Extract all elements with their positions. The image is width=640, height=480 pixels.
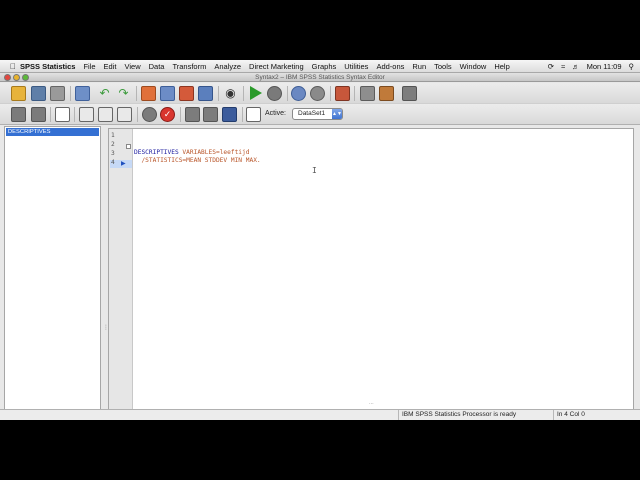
run-selection-icon[interactable] (250, 86, 262, 100)
chevron-down-icon: ▲▼ (332, 109, 342, 119)
run-all-icon[interactable] (55, 107, 70, 122)
data-editor-icon[interactable] (246, 107, 261, 122)
clear-breakpoints-icon[interactable] (185, 107, 200, 122)
menu-direct-marketing[interactable]: Direct Marketing (249, 62, 304, 71)
syntax-help-icon[interactable] (360, 86, 375, 101)
menu-window[interactable]: Window (460, 62, 487, 71)
go-to-data-icon[interactable] (141, 86, 156, 101)
menu-run[interactable]: Run (412, 62, 426, 71)
line-number: 4 (111, 159, 115, 166)
breakpoint-icon[interactable] (142, 107, 157, 122)
find-binoculars-icon[interactable]: ◉ (223, 86, 238, 101)
active-dataset-select[interactable]: DataSet1 ▲▼ (292, 108, 343, 120)
code-line-3: /STATISTICS=MEAN STDDEV MIN MAX. (134, 157, 261, 165)
app-menu[interactable]: SPSS Statistics (20, 62, 75, 71)
validate-check-icon[interactable]: ✓ (160, 107, 175, 122)
designate-window-icon[interactable] (335, 86, 350, 101)
resize-handle-icon[interactable]: ⋯ (369, 401, 374, 407)
toggle-bookmark-icon[interactable] (402, 86, 417, 101)
menu-add-ons[interactable]: Add-ons (376, 62, 404, 71)
toolbar-secondary: ✓ Active: DataSet1 ▲▼ (0, 104, 640, 125)
syntax-editor[interactable]: 1 2 3 4 ▶ DESCRIPTIVES VARIABLES=leeftij… (108, 128, 634, 420)
spotlight-icon[interactable]: ⚲ (629, 62, 635, 71)
code-keyword: DESCRIPTIVES (134, 148, 179, 156)
spss-syntax-window:  SPSS Statistics File Edit View Data Tr… (0, 60, 640, 420)
active-dataset-value: DataSet1 (298, 110, 326, 117)
redo-icon[interactable]: ↷ (116, 86, 131, 101)
stop-processor-icon[interactable] (267, 86, 282, 101)
go-to-variable-icon[interactable] (179, 86, 194, 101)
go-to-case-icon[interactable] (160, 86, 175, 101)
processor-status: IBM SPSS Statistics Processor is ready (398, 410, 553, 420)
clock[interactable]: Mon 11:09 (587, 62, 622, 71)
menu-tools[interactable]: Tools (434, 62, 452, 71)
active-dataset-label: Active: (265, 110, 287, 117)
undo-icon[interactable]: ↶ (97, 86, 112, 101)
menu-file[interactable]: File (83, 62, 95, 71)
menu-transform[interactable]: Transform (172, 62, 206, 71)
variables-icon[interactable] (198, 86, 213, 101)
line-number: 2 (111, 141, 115, 148)
wifi-icon[interactable]: ≈ (561, 62, 565, 71)
print-icon[interactable] (50, 86, 65, 101)
menu-graphs[interactable]: Graphs (312, 62, 337, 71)
open-file-icon[interactable] (11, 86, 26, 101)
status-bar: IBM SPSS Statistics Processor is ready I… (0, 409, 640, 420)
nav-item-descriptives[interactable]: DESCRIPTIVES (6, 128, 99, 136)
syntax-code[interactable]: DESCRIPTIVES VARIABLES=leeftijd /STATIST… (134, 140, 261, 166)
title-bar: Syntax2 – IBM SPSS Statistics Syntax Edi… (0, 73, 640, 82)
step-forward-icon[interactable] (310, 86, 325, 101)
execution-arrow-icon: ▶ (121, 161, 126, 167)
recall-dialog-icon[interactable] (75, 86, 90, 101)
step-through-icon[interactable] (291, 86, 306, 101)
volume-icon[interactable]: ♬ (572, 62, 580, 71)
bookmark-icon[interactable] (379, 86, 394, 101)
line-number: 3 (111, 150, 115, 157)
fold-toggle-icon[interactable] (126, 144, 131, 149)
continue-icon[interactable] (203, 107, 218, 122)
toolbar-main: ↶ ↷ ◉ (0, 83, 640, 104)
format-syntax-icon[interactable] (117, 107, 132, 122)
text-cursor-icon: I (312, 166, 317, 175)
save-icon[interactable] (31, 86, 46, 101)
indent-icon[interactable] (79, 107, 94, 122)
cursor-position: In 4 Col 0 (553, 410, 627, 420)
menu-data[interactable]: Data (149, 62, 165, 71)
menu-help[interactable]: Help (494, 62, 509, 71)
uncomment-icon[interactable] (31, 107, 46, 122)
menu-extras: ⟳ ≈ ♬ Mon 11:09 ⚲ (541, 60, 634, 73)
menu-bar:  SPSS Statistics File Edit View Data Tr… (0, 60, 640, 73)
pane-splitter[interactable] (103, 126, 107, 420)
menu-utilities[interactable]: Utilities (344, 62, 368, 71)
line-gutter: 1 2 3 4 ▶ (109, 129, 133, 420)
script-icon[interactable] (222, 107, 237, 122)
sync-icon[interactable]: ⟳ (548, 62, 554, 71)
menu-view[interactable]: View (124, 62, 140, 71)
apple-menu-icon[interactable]:  (6, 62, 20, 71)
code-line-2-rest: VARIABLES=leeftijd (178, 148, 250, 156)
menu-edit[interactable]: Edit (104, 62, 117, 71)
line-number: 1 (111, 132, 115, 139)
outdent-icon[interactable] (98, 107, 113, 122)
navigation-pane[interactable]: DESCRIPTIVES (4, 126, 101, 420)
window-title: Syntax2 – IBM SPSS Statistics Syntax Edi… (255, 74, 385, 81)
menu-analyze[interactable]: Analyze (214, 62, 241, 71)
comment-icon[interactable] (11, 107, 26, 122)
